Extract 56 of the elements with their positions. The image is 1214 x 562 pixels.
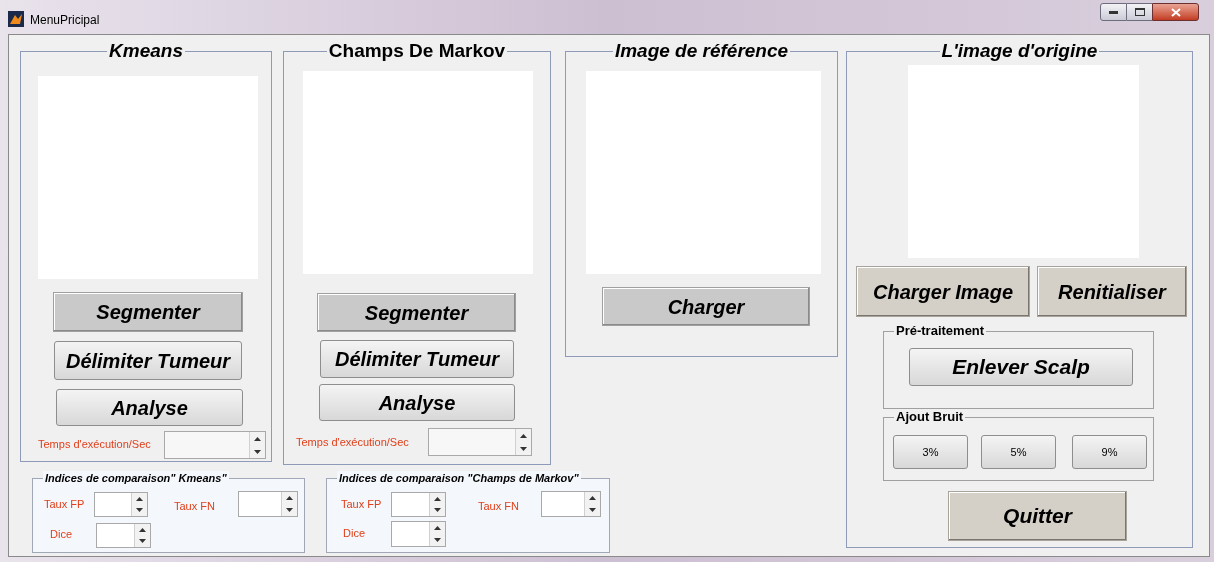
button[interactable]: Quitter xyxy=(948,491,1127,541)
spin-up-icon[interactable] xyxy=(286,496,293,500)
button[interactable]: Charger Image xyxy=(856,266,1030,317)
spin-down-icon[interactable] xyxy=(136,508,143,513)
spin-up-icon[interactable] xyxy=(139,527,146,532)
spin-up-icon[interactable] xyxy=(434,526,441,530)
field-label: Taux FN xyxy=(478,499,519,514)
field-label: Temps d'exécution/Sec xyxy=(296,435,409,450)
button[interactable]: Analyse xyxy=(319,384,515,421)
window-title: MenuPricipal xyxy=(30,12,100,29)
panel-title: Champs De Markov xyxy=(326,41,508,61)
spin-up-icon[interactable] xyxy=(589,496,596,500)
spin-up-icon[interactable] xyxy=(434,496,441,501)
minimize-icon xyxy=(1109,10,1118,14)
spin-down-icon[interactable] xyxy=(434,538,441,542)
spin-up-icon[interactable] xyxy=(254,436,261,441)
spin-box[interactable] xyxy=(391,492,446,517)
group-title: Ajout Bruit xyxy=(894,409,966,425)
maximize-icon xyxy=(1134,8,1145,16)
field-label: Temps d'exécution/Sec xyxy=(38,437,151,452)
field-label: Dice xyxy=(343,526,365,541)
field-label: Dice xyxy=(50,527,72,542)
close-button[interactable] xyxy=(1152,3,1199,21)
field-label: Taux FP xyxy=(341,497,382,512)
spin-down-icon[interactable] xyxy=(434,508,441,513)
app-icon xyxy=(8,11,24,27)
minimize-button[interactable] xyxy=(1100,3,1127,21)
button[interactable]: Analyse xyxy=(56,389,243,426)
spin-down-icon[interactable] xyxy=(139,539,146,544)
spin-box[interactable] xyxy=(391,521,446,547)
spin-down-icon[interactable] xyxy=(286,508,293,512)
button[interactable]: 3% xyxy=(893,435,968,469)
button[interactable]: Renitialiser xyxy=(1037,266,1187,317)
button[interactable]: Segmenter xyxy=(53,292,243,332)
panel-title: L'image d'origine xyxy=(939,41,1100,61)
button[interactable]: Délimiter Tumeur xyxy=(54,341,242,380)
spin-down-icon[interactable] xyxy=(254,449,261,454)
field-label: Taux FN xyxy=(174,499,215,514)
spin-down-icon[interactable] xyxy=(520,446,527,451)
panel-title: Indices de comparaison" Kmeans" xyxy=(43,471,229,485)
spin-box[interactable] xyxy=(96,523,151,548)
spin-down-icon[interactable] xyxy=(589,508,596,512)
maximize-button[interactable] xyxy=(1127,3,1152,21)
button[interactable]: Charger xyxy=(602,287,810,326)
button[interactable]: Enlever Scalp xyxy=(909,348,1133,386)
panel-title: Indices de comparaison "Champs de Markov" xyxy=(337,471,581,485)
spin-up-icon[interactable] xyxy=(136,496,143,501)
field-label: Taux FP xyxy=(44,497,85,512)
close-icon xyxy=(1170,7,1181,17)
spin-up-icon[interactable] xyxy=(520,433,527,438)
button[interactable]: 9% xyxy=(1072,435,1147,469)
button[interactable]: 5% xyxy=(981,435,1056,469)
panel-title: Image de référence xyxy=(612,41,791,61)
button[interactable]: Délimiter Tumeur xyxy=(320,340,514,378)
spin-box[interactable] xyxy=(94,492,148,517)
button[interactable]: Segmenter xyxy=(317,293,516,332)
